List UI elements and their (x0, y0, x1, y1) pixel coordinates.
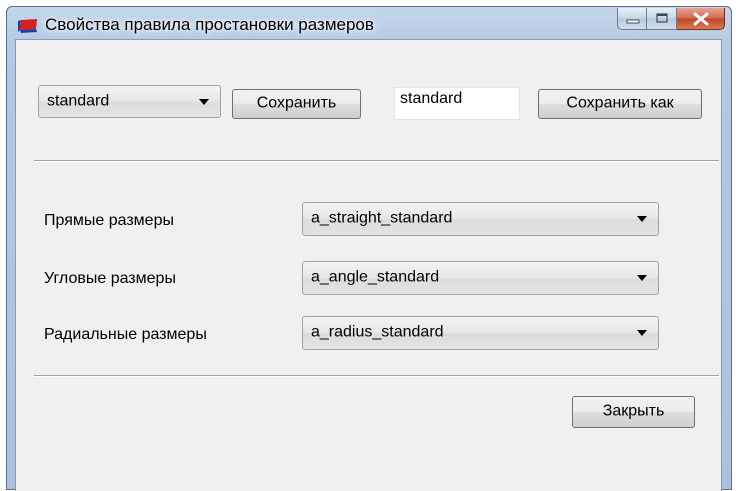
save-as-button[interactable]: Сохранить как (538, 89, 702, 119)
dialog-window: Свойства правила простановки размеров st… (6, 6, 732, 491)
close-window-button[interactable] (677, 8, 725, 30)
rule-set-name-value: standard (400, 90, 463, 107)
straight-dimensions-select[interactable]: a_straight_standard (302, 202, 659, 236)
angle-dimensions-select[interactable]: a_angle_standard (302, 261, 659, 295)
close-button[interactable]: Закрыть (572, 396, 695, 428)
straight-dimensions-value: a_straight_standard (311, 209, 453, 227)
save-button-label: Сохранить (256, 94, 337, 112)
app-icon (18, 19, 37, 33)
chevron-down-icon (199, 98, 209, 105)
radial-dimensions-value: a_radius_standard (311, 323, 444, 341)
chevron-down-icon (637, 216, 647, 222)
rule-set-select[interactable]: standard (38, 85, 221, 118)
chevron-down-icon (637, 330, 647, 336)
rule-set-select-value: standard (47, 92, 110, 110)
radial-dimensions-label: Радиальные размеры (44, 326, 207, 343)
straight-dimensions-label: Прямые размеры (44, 212, 174, 229)
bottom-separator (34, 375, 719, 377)
close-button-label: Закрыть (602, 402, 665, 420)
caption-buttons (617, 8, 725, 30)
title-bar[interactable]: Свойства правила простановки размеров (7, 7, 731, 39)
save-button[interactable]: Сохранить (232, 89, 361, 119)
window-title: Свойства правила простановки размеров (45, 15, 374, 34)
rule-set-name-input[interactable]: standard (394, 87, 520, 120)
angle-dimensions-label: Угловые размеры (44, 270, 176, 287)
maximize-icon (656, 13, 668, 23)
minimize-button[interactable] (617, 8, 647, 30)
radial-dimensions-select[interactable]: a_radius_standard (302, 316, 659, 350)
save-as-button-label: Сохранить как (566, 94, 674, 112)
top-separator (34, 160, 719, 162)
dialog-content: standard Сохранить standard Сохранить ка… (15, 39, 722, 491)
close-icon (693, 12, 709, 26)
chevron-down-icon (637, 275, 647, 281)
maximize-button[interactable] (647, 8, 677, 30)
minimize-icon (626, 19, 640, 24)
angle-dimensions-value: a_angle_standard (311, 268, 440, 286)
